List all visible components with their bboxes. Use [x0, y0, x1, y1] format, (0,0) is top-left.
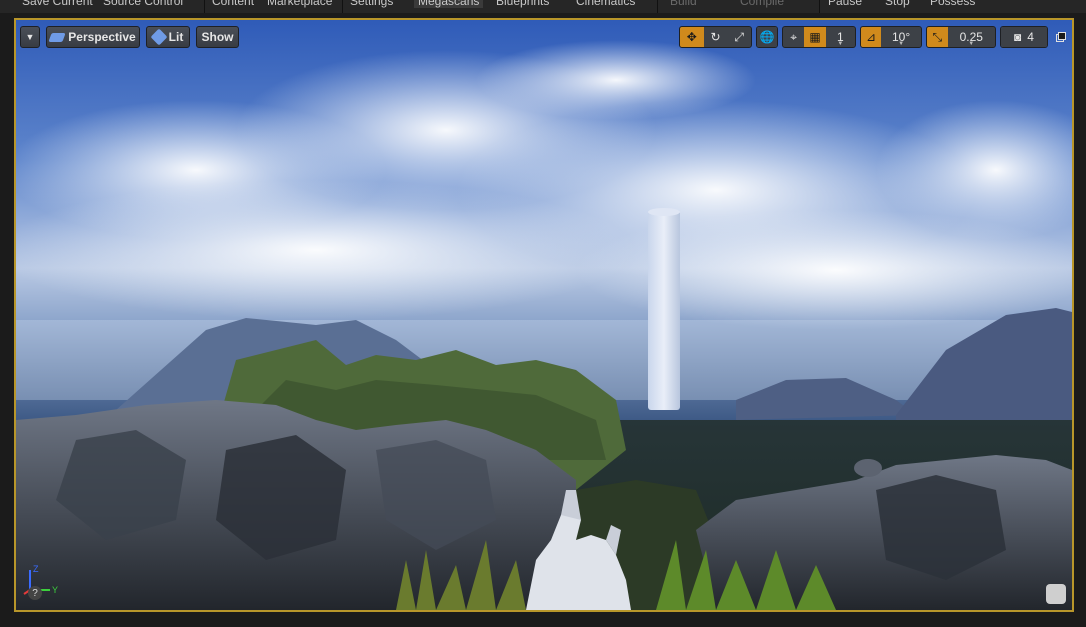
scene-render[interactable] [16, 20, 1072, 610]
lit-sphere-icon [150, 28, 168, 46]
toolbar-separator [342, 0, 343, 13]
grid-icon: ▦ [809, 30, 821, 44]
save-current-button[interactable]: Save Current [22, 0, 93, 8]
toolbar-separator [204, 0, 205, 13]
coordinate-system-group: 🌐 [756, 26, 778, 48]
move-arrows-icon: ✥ [686, 30, 697, 44]
camera-icon: ◙ [1014, 30, 1022, 44]
view-mode-button[interactable]: Perspective [46, 26, 140, 48]
angle-icon: ⊿ [866, 30, 877, 44]
axis-y-label: Y [52, 585, 58, 595]
translate-tool-button[interactable]: ✥ [680, 27, 704, 47]
surface-snap-icon: ⌖ [790, 29, 798, 44]
globe-icon: 🌐 [759, 30, 775, 44]
lighting-mode-button[interactable]: Lit [146, 26, 190, 48]
megascans-button[interactable]: Megascans [414, 0, 484, 8]
stop-button[interactable]: Stop [885, 0, 910, 8]
show-label: Show [201, 30, 234, 44]
rotation-snap-group: ⊿ 10° ▼ [860, 26, 922, 48]
toolbar-separator [657, 0, 658, 13]
source-control-button[interactable]: Source Control [103, 0, 183, 8]
main-toolbar: Save Current Source Control Content Mark… [0, 0, 1086, 13]
level-viewport[interactable]: ▼ Perspective Lit Show ✥ ↻ ⤢ 🌐 ⌖ ▦ 1 ▼ ⊿… [14, 18, 1074, 612]
toolbar-separator [819, 0, 820, 13]
surface-snap-button[interactable]: ⌖ [783, 27, 805, 47]
marketplace-button[interactable]: Marketplace [267, 0, 332, 8]
camera-speed-value: 4 [1027, 30, 1034, 44]
lighting-mode-label: Lit [168, 30, 184, 44]
camera-speed-group: ◙ 4 [1000, 26, 1048, 48]
scale-snap-value-dropdown[interactable]: 0.25 ▼ [947, 27, 995, 47]
rotation-snap-value-dropdown[interactable]: 10° ▼ [881, 27, 921, 47]
help-icon[interactable]: ? [28, 586, 42, 600]
scale-tool-button[interactable]: ⤢ [727, 27, 751, 47]
axis-z-label: Z [33, 564, 39, 574]
blueprints-button[interactable]: Blueprints [496, 0, 549, 8]
caret-down-icon: ▼ [837, 41, 844, 47]
grid-snap-toggle[interactable]: ▦ [804, 27, 826, 47]
compile-button[interactable]: Compile [740, 0, 784, 8]
world-coordinates-button[interactable]: 🌐 [757, 27, 777, 47]
scale-snap-group: ⤡ 0.25 ▼ [926, 26, 996, 48]
possess-button[interactable]: Possess [930, 0, 975, 8]
rotation-snap-toggle[interactable]: ⊿ [861, 27, 882, 47]
viewport-options-button[interactable]: ▼ [20, 26, 40, 48]
transform-tools-group: ✥ ↻ ⤢ [679, 26, 752, 48]
settings-button[interactable]: Settings [350, 0, 393, 8]
scale-snap-icon: ⤡ [932, 29, 943, 44]
rotate-tool-button[interactable]: ↻ [703, 27, 728, 47]
scale-snap-toggle[interactable]: ⤡ [927, 27, 948, 47]
show-button[interactable]: Show [196, 26, 239, 48]
stat-toggle-button[interactable] [1046, 584, 1066, 604]
view-mode-label: Perspective [68, 30, 136, 44]
caret-down-icon: ▼ [898, 41, 905, 47]
cinematics-button[interactable]: Cinematics [576, 0, 635, 8]
maximize-viewport-icon[interactable] [1056, 32, 1066, 42]
help-glyph: ? [32, 587, 38, 599]
chevron-down-icon: ▼ [25, 32, 35, 42]
scale-arrows-icon: ⤢ [734, 29, 744, 44]
build-button[interactable]: Build [670, 0, 697, 8]
pause-button[interactable]: Pause [828, 0, 862, 8]
caret-down-icon: ▼ [968, 41, 975, 47]
grid-snap-group: ⌖ ▦ 1 ▼ [782, 26, 856, 48]
content-button[interactable]: Content [212, 0, 254, 8]
grid-snap-value-dropdown[interactable]: 1 ▼ [825, 27, 855, 47]
rotate-icon: ↻ [710, 30, 721, 44]
camera-speed-dropdown[interactable]: ◙ 4 [1001, 27, 1047, 47]
perspective-icon [48, 32, 66, 42]
